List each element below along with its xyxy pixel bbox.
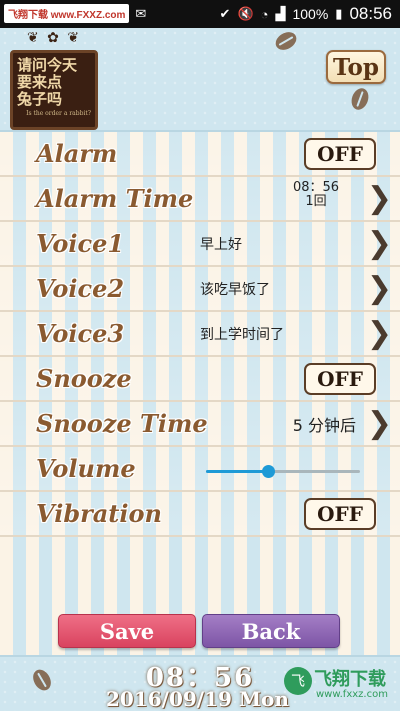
voice1-label: Voice1: [36, 229, 125, 258]
status-bar: 飞翔下载 www.FXXZ.com ✉ ✔ 🔇 ◔ ▟ 100% ▮ 08:56: [0, 0, 400, 28]
watermark-logo-icon: 飞: [284, 667, 312, 695]
wifi-icon: ◔: [260, 6, 269, 22]
sign-line-2: 要来点: [17, 73, 63, 91]
alarm-row[interactable]: Alarm OFF: [0, 132, 400, 177]
header: ❦ ✿ ❦ 请问今天 要来点 兔子吗 Is the order a rabbit…: [0, 28, 400, 132]
watermark-url-text: www.fxxz.com: [316, 689, 388, 700]
coffee-bean-icon: [272, 28, 300, 54]
rabbit-ornament-icon: ❦ ✿ ❦: [26, 30, 82, 46]
alarm-time-clock: 08：56: [292, 180, 340, 195]
settings-list: Alarm OFF Alarm Time 08：56 1回 ❯ Voice1 早…: [0, 132, 400, 537]
no-sound-icon: 🔇: [237, 6, 254, 21]
voice2-value: 该吃早饭了: [200, 282, 270, 298]
sign-subtext: Is the order a rabbit?: [26, 110, 91, 117]
alarm-time-repeat: 1回: [305, 194, 327, 209]
save-button[interactable]: Save: [58, 614, 196, 648]
sign-board: 请问今天 要来点 兔子吗 Is the order a rabbit?: [10, 50, 98, 130]
vibration-row[interactable]: Vibration OFF: [0, 492, 400, 537]
site-watermark: 飞 飞翔下载 www.fxxz.com: [284, 663, 394, 709]
snooze-time-value: 5 分钟后: [292, 416, 356, 435]
chevron-right-icon[interactable]: ❯: [367, 316, 392, 351]
back-button[interactable]: Back: [202, 614, 340, 648]
vibration-label: Vibration: [36, 499, 162, 528]
volume-slider-fill: [206, 470, 268, 473]
coffee-bean-icon: [348, 85, 372, 113]
check-icon: ✔: [219, 6, 231, 21]
alarm-time-row[interactable]: Alarm Time 08：56 1回 ❯: [0, 177, 400, 222]
footer-date: 2016/09/19 Mon: [106, 687, 289, 711]
watermark-cn-text: 飞翔下载: [314, 669, 386, 690]
chevron-right-icon[interactable]: ❯: [367, 181, 392, 216]
alarm-time-value: 08：56 1回: [284, 181, 348, 209]
volume-slider-thumb[interactable]: [261, 465, 275, 478]
footer: 08：56 2016/09/19 Mon 飞 飞翔下载 www.fxxz.com: [0, 655, 400, 711]
voice1-row[interactable]: Voice1 早上好 ❯: [0, 222, 400, 267]
sign-line-1: 请问今天: [17, 56, 78, 74]
vibration-toggle[interactable]: OFF: [304, 498, 376, 530]
snooze-toggle[interactable]: OFF: [304, 363, 376, 395]
voice3-label: Voice3: [36, 319, 125, 348]
alarm-label: Alarm: [36, 139, 118, 168]
voice2-row[interactable]: Voice2 该吃早饭了 ❯: [0, 267, 400, 312]
app-logo-sign: ❦ ✿ ❦ 请问今天 要来点 兔子吗 Is the order a rabbit…: [10, 30, 98, 130]
voice3-row[interactable]: Voice3 到上学时间了 ❯: [0, 312, 400, 357]
alarm-time-label: Alarm Time: [36, 184, 194, 213]
signal-icon: ▟: [275, 6, 286, 21]
snooze-label: Snooze: [36, 364, 132, 393]
voice3-value: 到上学时间了: [200, 327, 284, 343]
top-button[interactable]: Top: [326, 50, 386, 84]
snooze-time-row[interactable]: Snooze Time 5 分钟后 ❯: [0, 402, 400, 447]
email-icon: ✉: [135, 5, 147, 21]
battery-icon: ▮: [335, 6, 343, 21]
battery-percentage: 100%: [292, 6, 329, 22]
snooze-time-label: Snooze Time: [36, 409, 208, 438]
voice2-label: Voice2: [36, 274, 125, 303]
volume-row: Volume: [0, 447, 400, 492]
chevron-right-icon[interactable]: ❯: [367, 271, 392, 306]
alarm-toggle[interactable]: OFF: [304, 138, 376, 170]
snooze-row[interactable]: Snooze OFF: [0, 357, 400, 402]
sign-line-3: 兔子吗: [17, 90, 63, 108]
status-time: 08:56: [349, 4, 392, 23]
chevron-right-icon[interactable]: ❯: [367, 406, 392, 441]
chevron-right-icon[interactable]: ❯: [367, 226, 392, 261]
volume-slider[interactable]: [206, 465, 360, 478]
voice1-value: 早上好: [200, 237, 242, 253]
watermark-badge: 飞翔下载 www.FXXZ.com: [4, 4, 130, 23]
volume-label: Volume: [36, 454, 136, 483]
